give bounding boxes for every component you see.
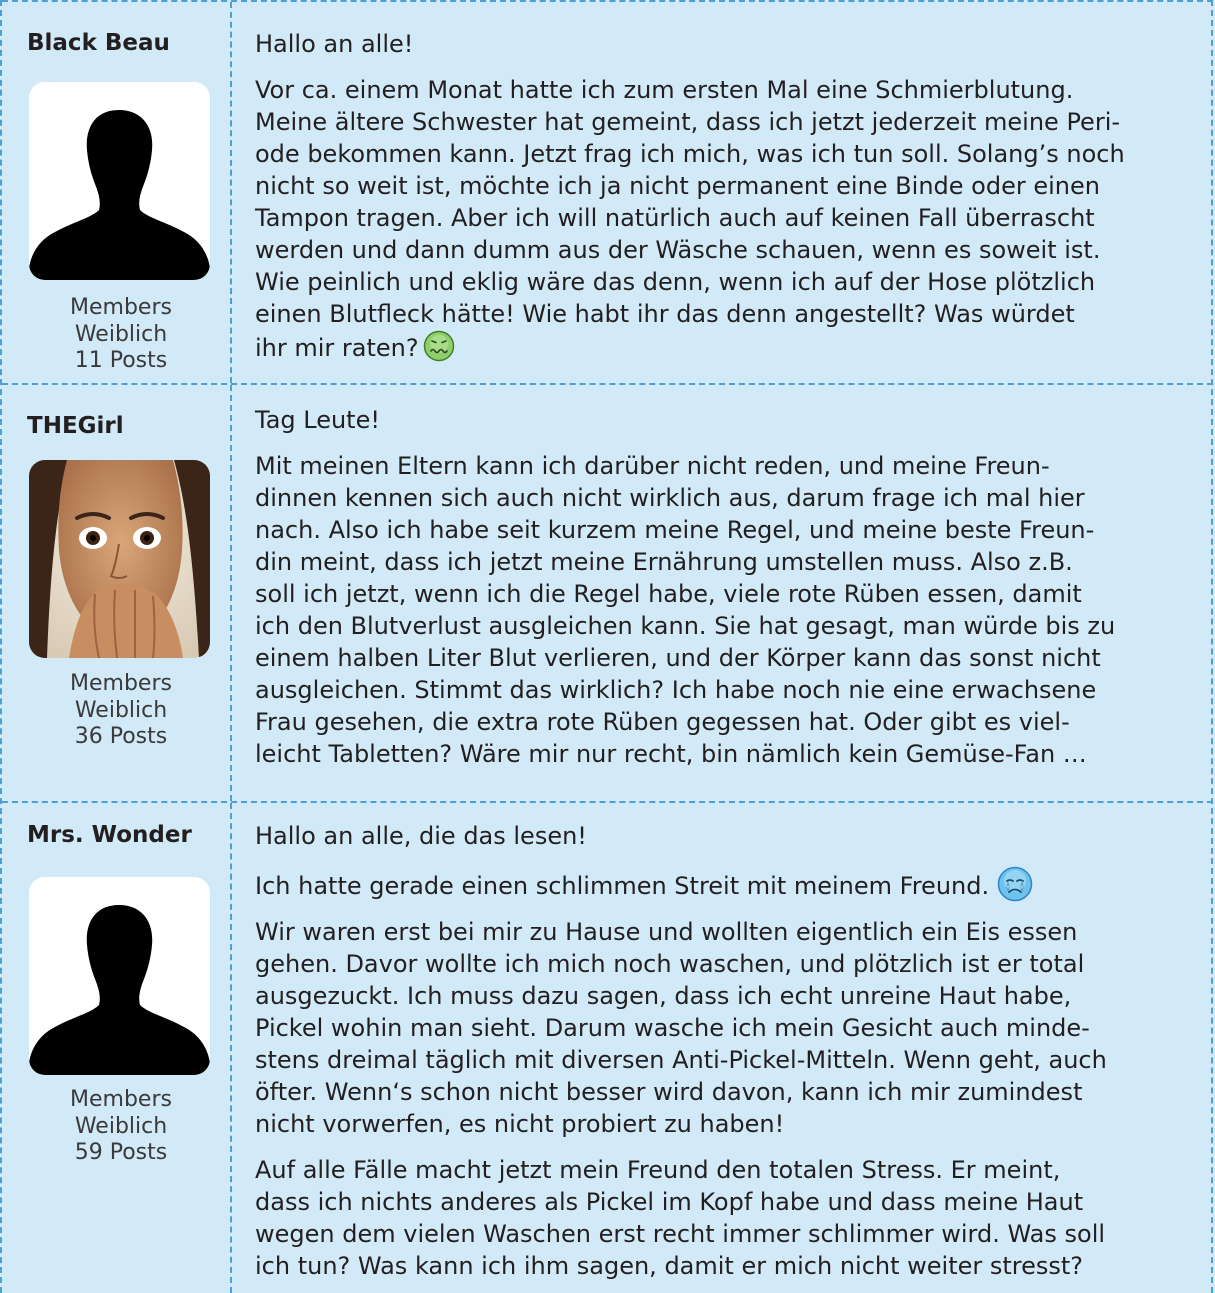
post-body-text: Vor ca. einem Monat hatte ich zum ersten… bbox=[255, 76, 1125, 362]
post-body: Mit meinen Eltern kann ich darüber nicht… bbox=[255, 452, 1116, 768]
surprised-woman-photo[interactable] bbox=[29, 460, 210, 658]
member-gender: Weiblich bbox=[74, 321, 168, 347]
crying-face-icon bbox=[997, 866, 1033, 902]
author-stats: Members Weiblich 11 Posts bbox=[2, 295, 240, 375]
post-count: 59 Posts bbox=[74, 1140, 168, 1165]
forum-post: Mrs. Wonder Members Weiblich 59 Posts Ha… bbox=[2, 801, 1213, 1293]
silhouette-avatar[interactable] bbox=[29, 877, 210, 1075]
post-greeting: Tag Leute! bbox=[255, 406, 380, 434]
author-stats: Members Weiblich 59 Posts bbox=[2, 1087, 240, 1167]
post-greeting: Hallo an alle! bbox=[255, 30, 414, 58]
post-line-text: Ich hatte gerade einen schlimmen Streit … bbox=[255, 872, 990, 900]
post-count: 11 Posts bbox=[74, 348, 168, 373]
member-rank: Members bbox=[70, 1087, 172, 1112]
sick-face-icon bbox=[423, 330, 455, 362]
author-stats: Members Weiblich 36 Posts bbox=[2, 671, 240, 751]
forum-thread: Black Beau Members Weiblich 11 Posts Hal… bbox=[0, 0, 1213, 1293]
post-count: 36 Posts bbox=[74, 724, 168, 749]
author-panel: Black Beau Members Weiblich 11 Posts bbox=[2, 2, 232, 383]
silhouette-avatar[interactable] bbox=[29, 82, 210, 280]
post-greeting: Hallo an alle, die das lesen! bbox=[255, 822, 587, 850]
post-body: Vor ca. einem Monat hatte ich zum ersten… bbox=[255, 74, 1195, 364]
member-gender: Weiblich bbox=[74, 697, 168, 723]
post-content: Tag Leute! Mit meinen Eltern kann ich da… bbox=[232, 385, 1213, 801]
author-name[interactable]: THEGirl bbox=[27, 412, 124, 440]
author-panel: THEGirl Members Weiblich 36 Posts bbox=[2, 385, 232, 801]
woman-photo-icon bbox=[29, 460, 210, 658]
silhouette-icon bbox=[29, 877, 210, 1075]
author-panel: Mrs. Wonder Members Weiblich 59 Posts bbox=[2, 803, 232, 1293]
forum-post: Black Beau Members Weiblich 11 Posts Hal… bbox=[2, 0, 1213, 383]
author-name[interactable]: Black Beau bbox=[27, 29, 170, 57]
post-content: Hallo an alle, die das lesen! Ich hatte … bbox=[232, 803, 1213, 1293]
member-gender: Weiblich bbox=[74, 1113, 168, 1139]
forum-post: THEGirl Members Weiblich 36 Posts Tag Le… bbox=[2, 383, 1213, 801]
member-rank: Members bbox=[70, 295, 172, 320]
post-line: Ich hatte gerade einen schlimmen Streit … bbox=[255, 866, 1195, 902]
silhouette-icon bbox=[29, 82, 210, 280]
post-body-continued: Auf alle Fälle macht jetzt mein Freund d… bbox=[255, 1156, 1106, 1280]
post-content: Hallo an alle! Vor ca. einem Monat hatte… bbox=[232, 2, 1213, 383]
member-rank: Members bbox=[70, 671, 172, 696]
post-body: Wir waren erst bei mir zu Hause und woll… bbox=[255, 918, 1107, 1138]
author-name[interactable]: Mrs. Wonder bbox=[27, 821, 192, 849]
